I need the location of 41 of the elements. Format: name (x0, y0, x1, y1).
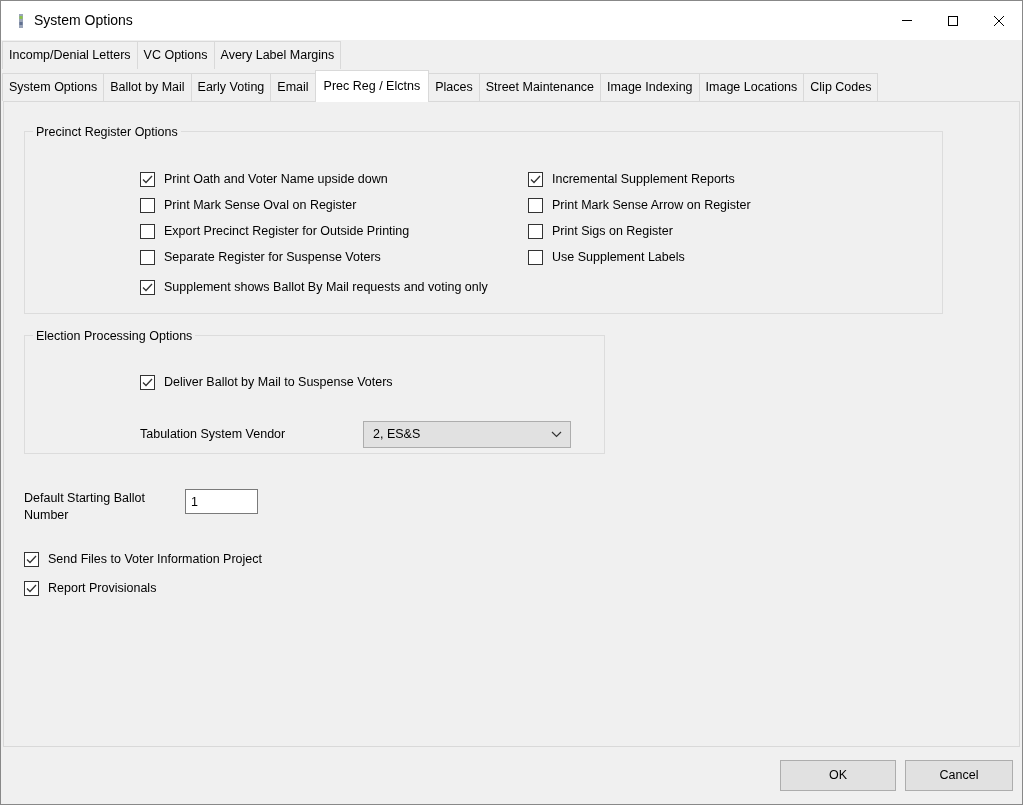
checkbox[interactable] (140, 198, 155, 214)
field-label: Default Starting Ballot Number (24, 490, 146, 524)
checkbox-label[interactable]: Print Sigs on Register (552, 222, 673, 242)
checkbox-label[interactable]: Print Mark Sense Arrow on Register (552, 196, 751, 216)
ok-button[interactable]: OK (780, 760, 896, 791)
maximize-icon (947, 14, 959, 27)
checkbox-label[interactable]: Separate Register for Suspense Voters (164, 248, 381, 268)
checkbox-label[interactable]: Use Supplement Labels (552, 248, 685, 268)
checkbox[interactable] (140, 250, 155, 266)
tab[interactable]: Incomp/Denial Letters (2, 41, 138, 69)
checkbox-label[interactable]: Send Files to Voter Information Project (48, 549, 262, 569)
checkbox-label[interactable]: Print Oath and Voter Name upside down (164, 170, 388, 190)
checkbox[interactable] (528, 224, 543, 240)
checkbox-label[interactable]: Incremental Supplement Reports (552, 170, 735, 190)
checkbox[interactable] (140, 172, 155, 188)
checkbox-label[interactable]: Export Precinct Register for Outside Printing (164, 222, 410, 242)
app-icon (18, 12, 24, 29)
tab[interactable]: Prec Reg / Elctns (314, 70, 430, 102)
minimize-icon (902, 20, 912, 21)
checkbox[interactable] (528, 172, 543, 188)
ballot-number-field[interactable]: 1 (185, 489, 258, 514)
tab[interactable]: System Options (2, 73, 105, 101)
close-icon (993, 14, 1005, 27)
window-title: System Options (34, 11, 133, 30)
checkbox[interactable] (24, 551, 39, 567)
checkbox-label[interactable]: Deliver Ballot by Mail to Suspense Voters (164, 373, 393, 393)
checkbox[interactable] (528, 250, 543, 266)
checkbox-label[interactable]: Print Mark Sense Oval on Register (164, 196, 357, 216)
checkbox[interactable] (140, 375, 155, 391)
chevron-down-icon (551, 430, 562, 438)
checkbox-label[interactable]: Report Provisionals (48, 578, 157, 598)
vendor-dropdown[interactable]: 2, ES&S (363, 420, 571, 448)
checkbox[interactable] (528, 198, 543, 214)
checkbox-label[interactable]: Supplement shows Ballot By Mail requests and voting only (164, 278, 488, 298)
tab[interactable]: Avery Label Margins (213, 41, 342, 69)
checkbox[interactable] (140, 280, 155, 296)
field-label: Tabulation System Vendor (140, 425, 287, 443)
tab[interactable]: Clip Codes (803, 73, 879, 101)
checkbox[interactable] (140, 224, 155, 240)
cancel-button[interactable]: Cancel (905, 760, 1013, 791)
checkbox[interactable] (24, 580, 39, 596)
